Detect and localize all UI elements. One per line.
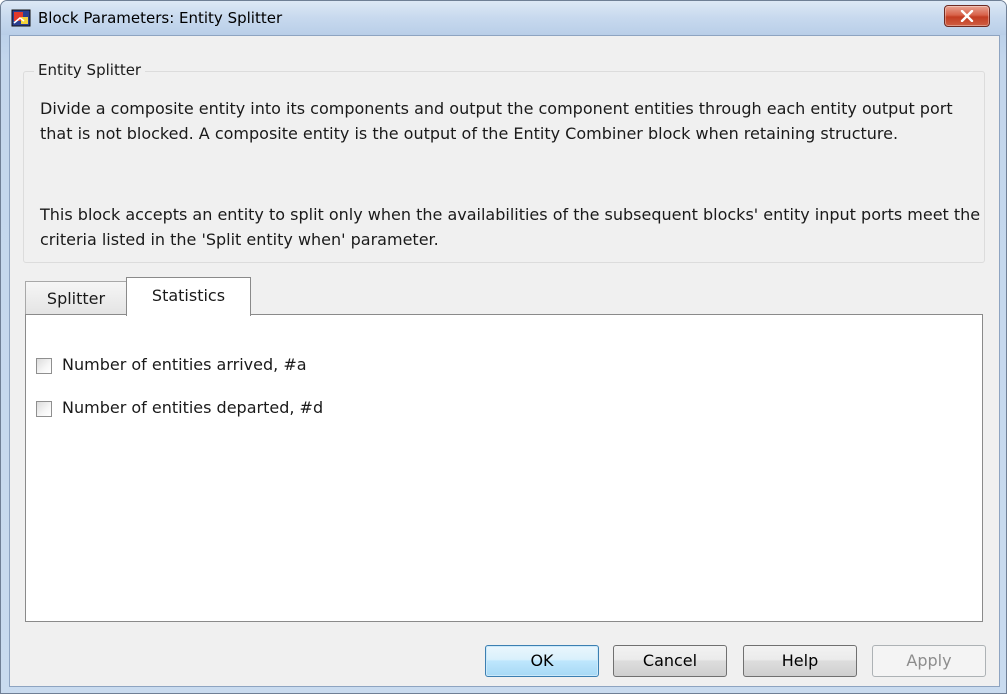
close-icon xyxy=(960,10,974,22)
tab-splitter[interactable]: Splitter xyxy=(25,281,127,314)
dialog-body: Entity Splitter Divide a composite entit… xyxy=(9,35,1000,687)
title-bar[interactable]: Block Parameters: Entity Splitter xyxy=(1,1,1006,35)
statistics-panel: Number of entities arrived, #a Number of… xyxy=(25,314,983,622)
cancel-button[interactable]: Cancel xyxy=(613,645,727,677)
departed-label[interactable]: Number of entities departed, #d xyxy=(62,398,323,417)
simulink-block-icon xyxy=(11,9,31,27)
tab-statistics[interactable]: Statistics xyxy=(126,277,251,316)
dialog-window: Block Parameters: Entity Splitter Entity… xyxy=(0,0,1007,694)
description-paragraph-2: This block accepts an entity to split on… xyxy=(40,205,981,249)
description-paragraph-1: Divide a composite entity into its compo… xyxy=(40,99,953,143)
help-button[interactable]: Help xyxy=(743,645,857,677)
ok-button[interactable]: OK xyxy=(485,645,599,677)
group-title: Entity Splitter xyxy=(34,61,146,79)
arrived-checkbox[interactable] xyxy=(36,358,52,374)
window-title: Block Parameters: Entity Splitter xyxy=(38,9,283,27)
arrived-label[interactable]: Number of entities arrived, #a xyxy=(62,355,307,374)
departed-checkbox[interactable] xyxy=(36,401,52,417)
apply-button[interactable]: Apply xyxy=(872,645,986,677)
close-button[interactable] xyxy=(944,5,990,27)
